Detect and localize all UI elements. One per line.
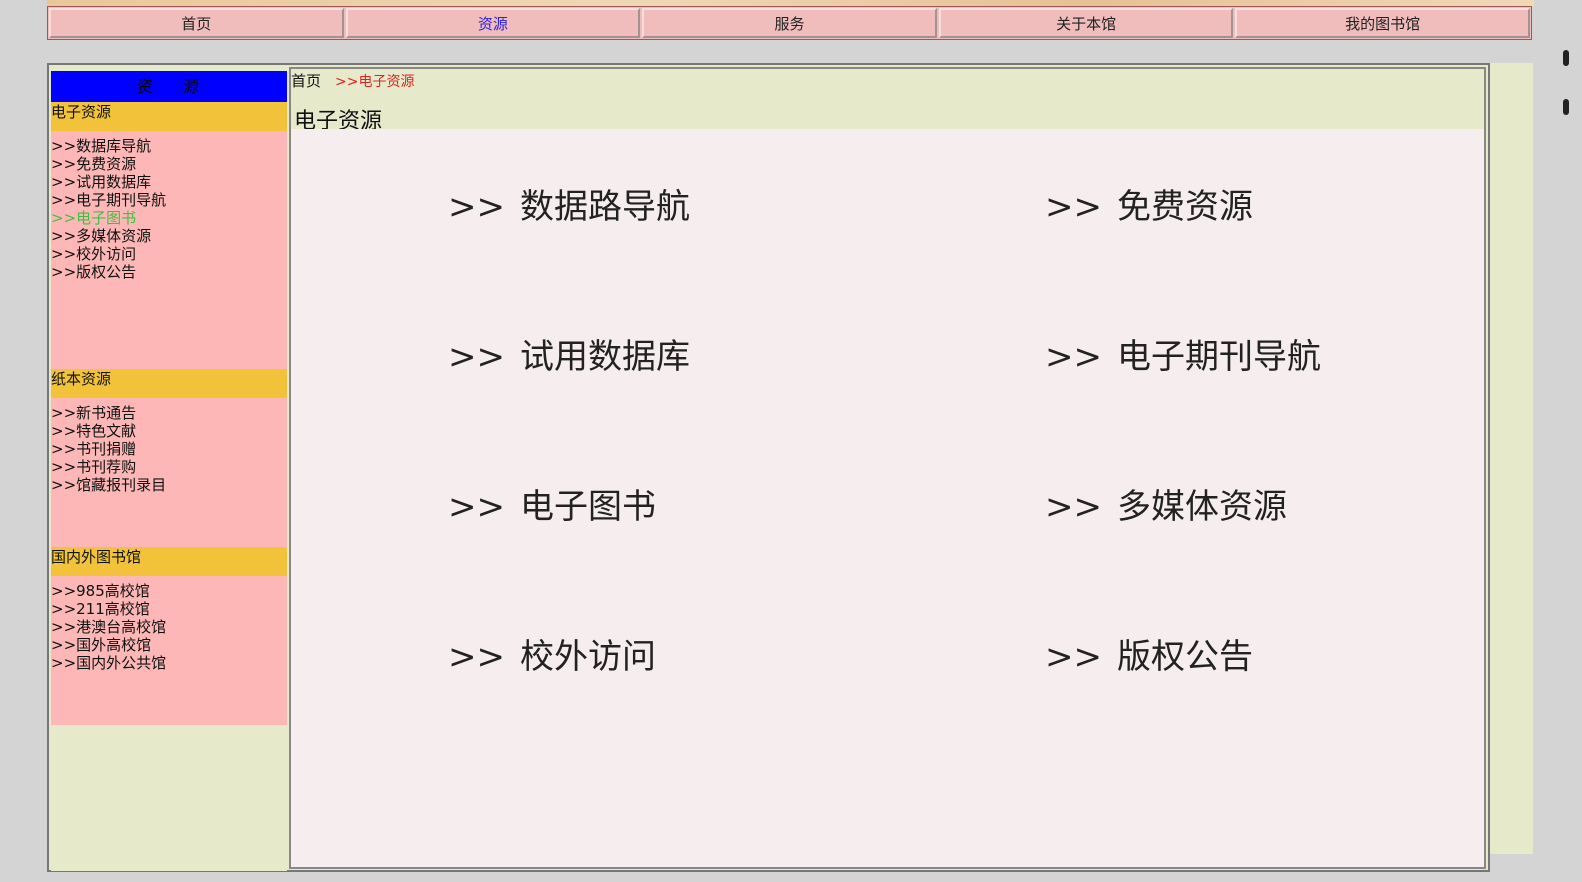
arrow-icon: >> [1045,637,1102,677]
nav-item-about[interactable]: 关于本馆 [938,8,1234,38]
arrow-icon: >> [448,337,505,377]
sidebar-section-electronic: >>数据库导航 >>免费资源 >>试用数据库 >>电子期刊导航 >>电子图书 >… [51,131,287,369]
resource-link-copyright-notice[interactable]: >> 版权公告 [1045,629,1253,678]
sidebar-link-free-resources[interactable]: >>免费资源 [51,155,287,173]
resource-grid: >> 数据路导航 >> 免费资源 >> 试用数据库 >> 电子期刊导航 >> 电子图书 >… [291,129,1484,867]
edge-mark [1563,50,1569,66]
main-panel: 首页 >>电子资源 电子资源 >> 数据路导航 >> 免费资源 >> 试用数据库 >> 电… [289,67,1486,869]
arrow-icon: >> [448,187,505,227]
top-nav-bar: 首页 资源 服务 关于本馆 我的图书馆 [47,6,1532,40]
arrow-icon: >> [1045,487,1102,527]
sidebar-link-multimedia[interactable]: >>多媒体资源 [51,227,287,245]
sidebar-link-foreign-university-libraries[interactable]: >>国外高校馆 [51,636,287,654]
sidebar-section-print: >>新书通告 >>特色文献 >>书刊捐赠 >>书刊荐购 >>馆藏报刊录目 [51,398,287,547]
breadcrumb-current: >>电子资源 [335,74,415,90]
nav-item-my-library[interactable]: 我的图书馆 [1235,8,1530,38]
resource-link-offcampus-access[interactable]: >> 校外访问 [448,629,656,678]
sidebar-link-public-libraries[interactable]: >>国内外公共馆 [51,654,287,672]
arrow-icon: >> [448,487,505,527]
sidebar-section-libraries: >>985高校馆 >>211高校馆 >>港澳台高校馆 >>国外高校馆 >>国内外… [51,576,287,725]
sidebar-section-title-electronic: 电子资源 [51,102,287,131]
breadcrumb-home-link[interactable]: 首页 [291,72,321,90]
nav-item-services[interactable]: 服务 [642,8,937,38]
sidebar-link-ebooks[interactable]: >>电子图书 [51,209,287,227]
resource-link-trial-databases[interactable]: >> 试用数据库 [448,329,690,378]
sidebar-link-book-donation[interactable]: >>书刊捐赠 [51,440,287,458]
sidebar-link-new-books[interactable]: >>新书通告 [51,404,287,422]
resource-link-ejournal-nav[interactable]: >> 电子期刊导航 [1045,329,1321,378]
right-side-panel [1489,63,1533,854]
edge-mark [1563,99,1569,115]
sidebar-section-title-print: 纸本资源 [51,369,287,398]
sidebar: 资 源 电子资源 >>数据库导航 >>免费资源 >>试用数据库 >>电子期刊导航… [51,71,287,871]
breadcrumb: 首页 >>电子资源 [291,70,414,91]
resource-link-database-nav[interactable]: >> 数据路导航 [448,179,690,228]
sidebar-link-copyright-notice[interactable]: >>版权公告 [51,263,287,281]
sidebar-link-periodical-catalog[interactable]: >>馆藏报刊录目 [51,476,287,494]
sidebar-section-title-libraries: 国内外图书馆 [51,547,287,576]
sidebar-link-offcampus-access[interactable]: >>校外访问 [51,245,287,263]
sidebar-link-ejournal-nav[interactable]: >>电子期刊导航 [51,191,287,209]
sidebar-link-985-libraries[interactable]: >>985高校馆 [51,582,287,600]
sidebar-header: 资 源 [51,71,287,102]
content-frame: 资 源 电子资源 >>数据库导航 >>免费资源 >>试用数据库 >>电子期刊导航… [47,63,1490,872]
resource-link-free-resources[interactable]: >> 免费资源 [1045,179,1253,228]
arrow-icon: >> [1045,187,1102,227]
sidebar-link-trial-databases[interactable]: >>试用数据库 [51,173,287,191]
sidebar-link-database-nav[interactable]: >>数据库导航 [51,137,287,155]
sidebar-link-211-libraries[interactable]: >>211高校馆 [51,600,287,618]
sidebar-link-hk-macau-taiwan-libraries[interactable]: >>港澳台高校馆 [51,618,287,636]
arrow-icon: >> [448,637,505,677]
resource-link-multimedia[interactable]: >> 多媒体资源 [1045,479,1287,528]
arrow-icon: >> [1045,337,1102,377]
sidebar-link-special-collections[interactable]: >>特色文献 [51,422,287,440]
nav-item-home[interactable]: 首页 [49,8,344,38]
resource-link-ebooks[interactable]: >> 电子图书 [448,479,656,528]
nav-item-resources[interactable]: 资源 [345,8,641,38]
sidebar-link-book-recommendation[interactable]: >>书刊荐购 [51,458,287,476]
